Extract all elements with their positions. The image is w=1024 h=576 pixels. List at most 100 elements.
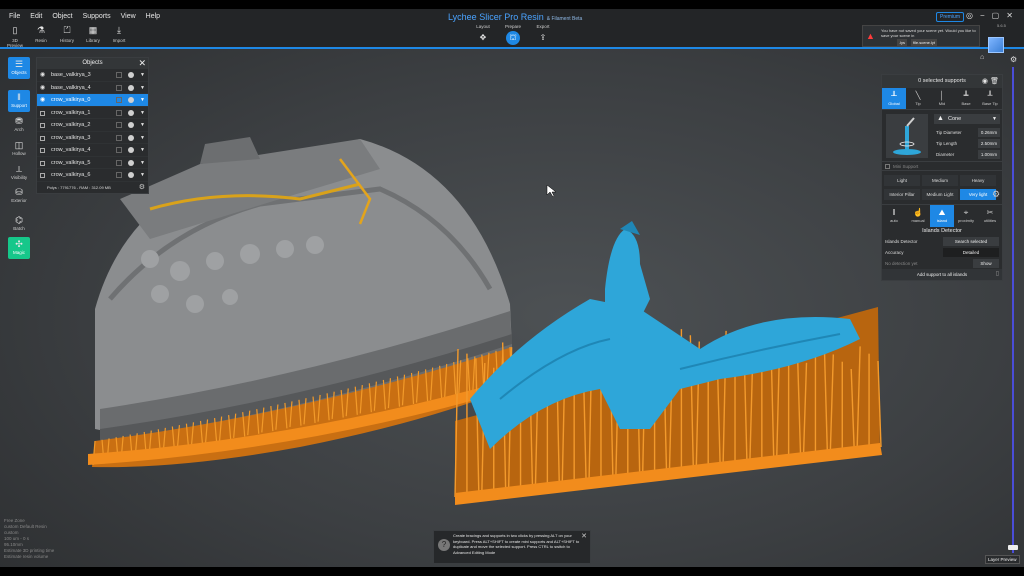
visibility-checkbox[interactable] <box>40 148 45 153</box>
diameter-input[interactable]: 1.00mm <box>978 150 1000 159</box>
chevron-down-icon[interactable]: ▼ <box>140 94 145 107</box>
tip-length-input[interactable]: 2.50mm <box>978 139 1000 148</box>
preset-interior-pillar[interactable]: Interior Pillar <box>884 189 920 200</box>
maximize-icon[interactable]: ▢ <box>992 11 1000 20</box>
menu-file[interactable]: File <box>4 12 25 21</box>
chevron-down-icon[interactable]: ▼ <box>140 157 145 170</box>
object-row[interactable]: ◉ crow_valkirya_0 ▼ <box>37 94 148 107</box>
tool-resin[interactable]: ⚗ Resin <box>30 25 52 48</box>
chevron-down-icon[interactable]: ▼ <box>140 119 145 132</box>
save-lyt-button[interactable]: file.scene.lyt <box>911 39 938 46</box>
save-lys-button[interactable]: .lys <box>897 39 907 46</box>
gear-icon[interactable]: ⚙ <box>992 189 1024 200</box>
tool-3d-preview[interactable]: ▯ 3D Preview <box>4 25 26 48</box>
left-tool-visibility[interactable]: ⟂ Visibility <box>8 162 30 184</box>
tab-base-tip[interactable]: ┸ Base Tip <box>978 88 1002 109</box>
preset-very-light[interactable]: Very light <box>960 189 996 200</box>
view-cube[interactable] <box>988 37 1004 53</box>
trash-icon[interactable]: ▯ <box>996 269 999 280</box>
lock-icon[interactable] <box>116 159 122 166</box>
chevron-down-icon[interactable]: ▼ <box>140 132 145 145</box>
tab-proximity[interactable]: ⌖ proximity <box>954 205 978 227</box>
chevron-down-icon[interactable]: ▼ <box>140 82 145 95</box>
tab-base[interactable]: ┻ Base <box>954 88 978 109</box>
premium-badge[interactable]: Premium <box>936 12 965 22</box>
lock-icon[interactable] <box>116 134 122 141</box>
chevron-down-icon[interactable]: ▼ <box>140 144 145 157</box>
tool-library[interactable]: ▦ Library <box>82 25 104 48</box>
account-icon[interactable]: ◎ <box>966 11 973 20</box>
object-row[interactable]: crow_valkirya_5 ▼ <box>37 157 148 170</box>
mode-layout[interactable]: Layout ✥ <box>474 24 492 45</box>
menu-supports[interactable]: Supports <box>78 12 116 21</box>
tab-global[interactable]: ╨ Global <box>882 88 906 109</box>
mini-support-toggle[interactable]: Mini Support <box>882 162 1002 171</box>
object-row[interactable]: ◉ base_valkirya_3 ▼ <box>37 69 148 82</box>
lock-icon[interactable] <box>116 97 122 103</box>
preset-heavy[interactable]: Heavy <box>960 175 996 186</box>
left-tool-magic[interactable]: ✣ Magic <box>8 237 30 259</box>
visibility-checkbox[interactable] <box>40 110 45 116</box>
gear-icon[interactable]: ⚙ <box>139 183 145 191</box>
tool-import[interactable]: ⤓ Import <box>108 25 130 48</box>
chevron-down-icon[interactable]: ▼ <box>140 107 145 120</box>
search-selected-button[interactable]: Search selected <box>943 237 999 246</box>
left-tool-exterior[interactable]: ⛁ Exterior <box>8 185 30 207</box>
eye-icon[interactable]: ◉ <box>982 75 988 88</box>
left-tool-batch[interactable]: ⌬ Batch <box>8 213 30 235</box>
left-tool-support[interactable]: ǁ Support <box>8 90 30 112</box>
viewport-3d[interactable] <box>0 49 1024 567</box>
layer-slider-thumb[interactable] <box>1008 545 1018 550</box>
layer-icon[interactable] <box>128 72 134 78</box>
layer-icon[interactable] <box>128 122 134 128</box>
layer-icon[interactable] <box>128 172 134 178</box>
visibility-checkbox[interactable] <box>40 135 45 141</box>
lock-icon[interactable] <box>116 122 122 128</box>
lock-icon[interactable] <box>116 147 122 153</box>
layer-icon[interactable] <box>128 109 134 116</box>
layer-icon[interactable] <box>128 159 134 166</box>
add-support-all-islands-button[interactable]: Add support to all islands ▯ <box>882 269 1002 280</box>
visibility-checkbox[interactable] <box>40 173 45 178</box>
minimize-icon[interactable]: − <box>980 11 985 20</box>
preset-medium[interactable]: Medium <box>922 175 958 186</box>
object-row[interactable]: ◉ base_valkirya_4 ▼ <box>37 82 148 95</box>
layer-icon[interactable] <box>128 84 134 91</box>
menu-object[interactable]: Object <box>47 12 77 21</box>
left-tool-objects[interactable]: ☰ Objects <box>8 57 30 79</box>
visibility-checkbox[interactable] <box>40 160 45 166</box>
menu-view[interactable]: View <box>116 12 141 21</box>
object-row[interactable]: crow_valkirya_4 ▼ <box>37 144 148 157</box>
lock-icon[interactable] <box>116 172 122 178</box>
object-row[interactable]: crow_valkirya_2 ▼ <box>37 119 148 132</box>
trash-icon[interactable]: 🗑 <box>990 75 999 88</box>
tab-manual[interactable]: ☝ manual <box>906 205 930 227</box>
mode-export[interactable]: Export ⇪ <box>534 24 552 45</box>
tab-tip[interactable]: ╲ Tip <box>906 88 930 109</box>
eye-icon[interactable]: ◉ <box>40 69 45 82</box>
show-button[interactable]: Show <box>973 259 999 268</box>
tab-mid[interactable]: │ Mid <box>930 88 954 109</box>
menu-help[interactable]: Help <box>141 12 165 21</box>
close-icon[interactable]: ✕ <box>1006 11 1013 20</box>
accuracy-select[interactable]: Detailed <box>943 248 999 257</box>
preset-medium-light[interactable]: Medium Light <box>922 189 958 200</box>
shape-dropdown[interactable]: ▲ Cone ▼ <box>934 114 1000 124</box>
eye-icon[interactable]: ◉ <box>40 82 45 95</box>
layer-preview-button[interactable]: Layer Preview <box>985 555 1020 564</box>
lock-icon[interactable] <box>116 72 122 78</box>
menu-edit[interactable]: Edit <box>25 12 47 21</box>
mini-support-checkbox[interactable] <box>885 164 890 169</box>
lock-icon[interactable] <box>116 109 122 116</box>
layer-slider-track[interactable] <box>1012 67 1014 553</box>
eye-icon[interactable]: ◉ <box>40 94 45 107</box>
tip-diameter-input[interactable]: 0.26mm <box>978 128 1000 137</box>
preset-light[interactable]: Light <box>884 175 920 186</box>
layer-icon[interactable] <box>128 147 134 153</box>
object-row[interactable]: crow_valkirya_6 ▼ <box>37 169 148 182</box>
left-tool-hollow[interactable]: ◫ Hollow <box>8 138 30 160</box>
tab-island[interactable]: ⛰ island <box>930 205 954 227</box>
home-icon[interactable]: ⌂ <box>980 54 984 61</box>
object-row[interactable]: crow_valkirya_1 ▼ <box>37 107 148 120</box>
close-icon[interactable]: ✕ <box>138 58 146 69</box>
